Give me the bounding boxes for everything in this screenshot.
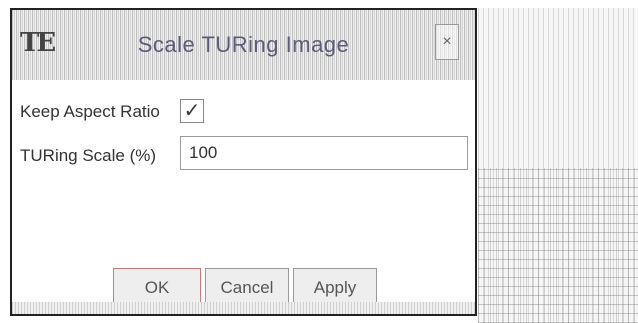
scale-input[interactable]: [180, 136, 468, 170]
scale-image-dialog: TE Scale TURing Image × Keep Aspect Rati…: [10, 8, 477, 316]
background-window: [478, 8, 638, 323]
dialog-content: Keep Aspect Ratio ✓ TURing Scale (%) OK …: [12, 80, 475, 314]
dialog-title: Scale TURing Image: [137, 32, 350, 57]
close-button[interactable]: ×: [435, 24, 459, 60]
scale-label: TURing Scale (%): [20, 146, 157, 165]
dialog-bottom-edge: [12, 302, 475, 314]
scale-row: TURing Scale (%): [20, 138, 156, 174]
keep-aspect-checkbox[interactable]: ✓: [180, 99, 204, 123]
keep-aspect-label: Keep Aspect Ratio: [20, 102, 160, 121]
background-content: [478, 168, 638, 323]
keep-aspect-row: Keep Aspect Ratio: [20, 94, 160, 130]
title-bar[interactable]: TE Scale TURing Image ×: [12, 10, 475, 81]
